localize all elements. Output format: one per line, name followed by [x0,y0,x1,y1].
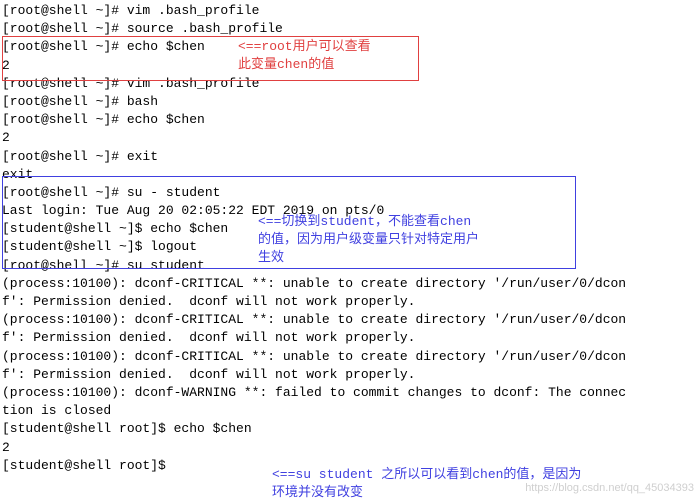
annotation-text-blue: 生效 [258,249,284,267]
terminal-line: f': Permission denied. dconf will not wo… [2,329,696,347]
terminal-line: [root@shell ~]# vim .bash_profile [2,75,696,93]
terminal-line: [root@shell ~]# exit [2,148,696,166]
terminal-line: 2 [2,129,696,147]
annotation-text-blue: 的值，因为用户级变量只针对特定用户 [258,231,479,249]
terminal-line: [root@shell ~]# su student [2,257,696,275]
terminal-line: (process:10100): dconf-WARNING **: faile… [2,384,696,402]
terminal-line: [root@shell ~]# source .bash_profile [2,20,696,38]
terminal-line: f': Permission denied. dconf will not wo… [2,366,696,384]
watermark: https://blog.csdn.net/qq_45034393 [525,481,694,496]
terminal-line: [root@shell ~]# su - student [2,184,696,202]
terminal-line: (process:10100): dconf-CRITICAL **: unab… [2,311,696,329]
terminal-line: tion is closed [2,402,696,420]
annotation-text-red: 此变量chen的值 [238,56,334,74]
terminal-line: 2 [2,57,696,75]
terminal-line: [root@shell ~]# echo $chen [2,111,696,129]
terminal-line: (process:10100): dconf-CRITICAL **: unab… [2,275,696,293]
terminal-line: [student@shell root]$ echo $chen [2,420,696,438]
terminal-line: 2 [2,439,696,457]
annotation-text-red: <==root用户可以查看 [238,38,371,56]
terminal-line: f': Permission denied. dconf will not wo… [2,293,696,311]
annotation-text-blue: <==切换到student，不能查看chen [258,213,471,231]
annotation-text-blue: 环境并没有改变 [272,484,363,502]
terminal-line: [root@shell ~]# bash [2,93,696,111]
terminal-line: exit [2,166,696,184]
terminal-line: (process:10100): dconf-CRITICAL **: unab… [2,348,696,366]
terminal-line: [root@shell ~]# vim .bash_profile [2,2,696,20]
